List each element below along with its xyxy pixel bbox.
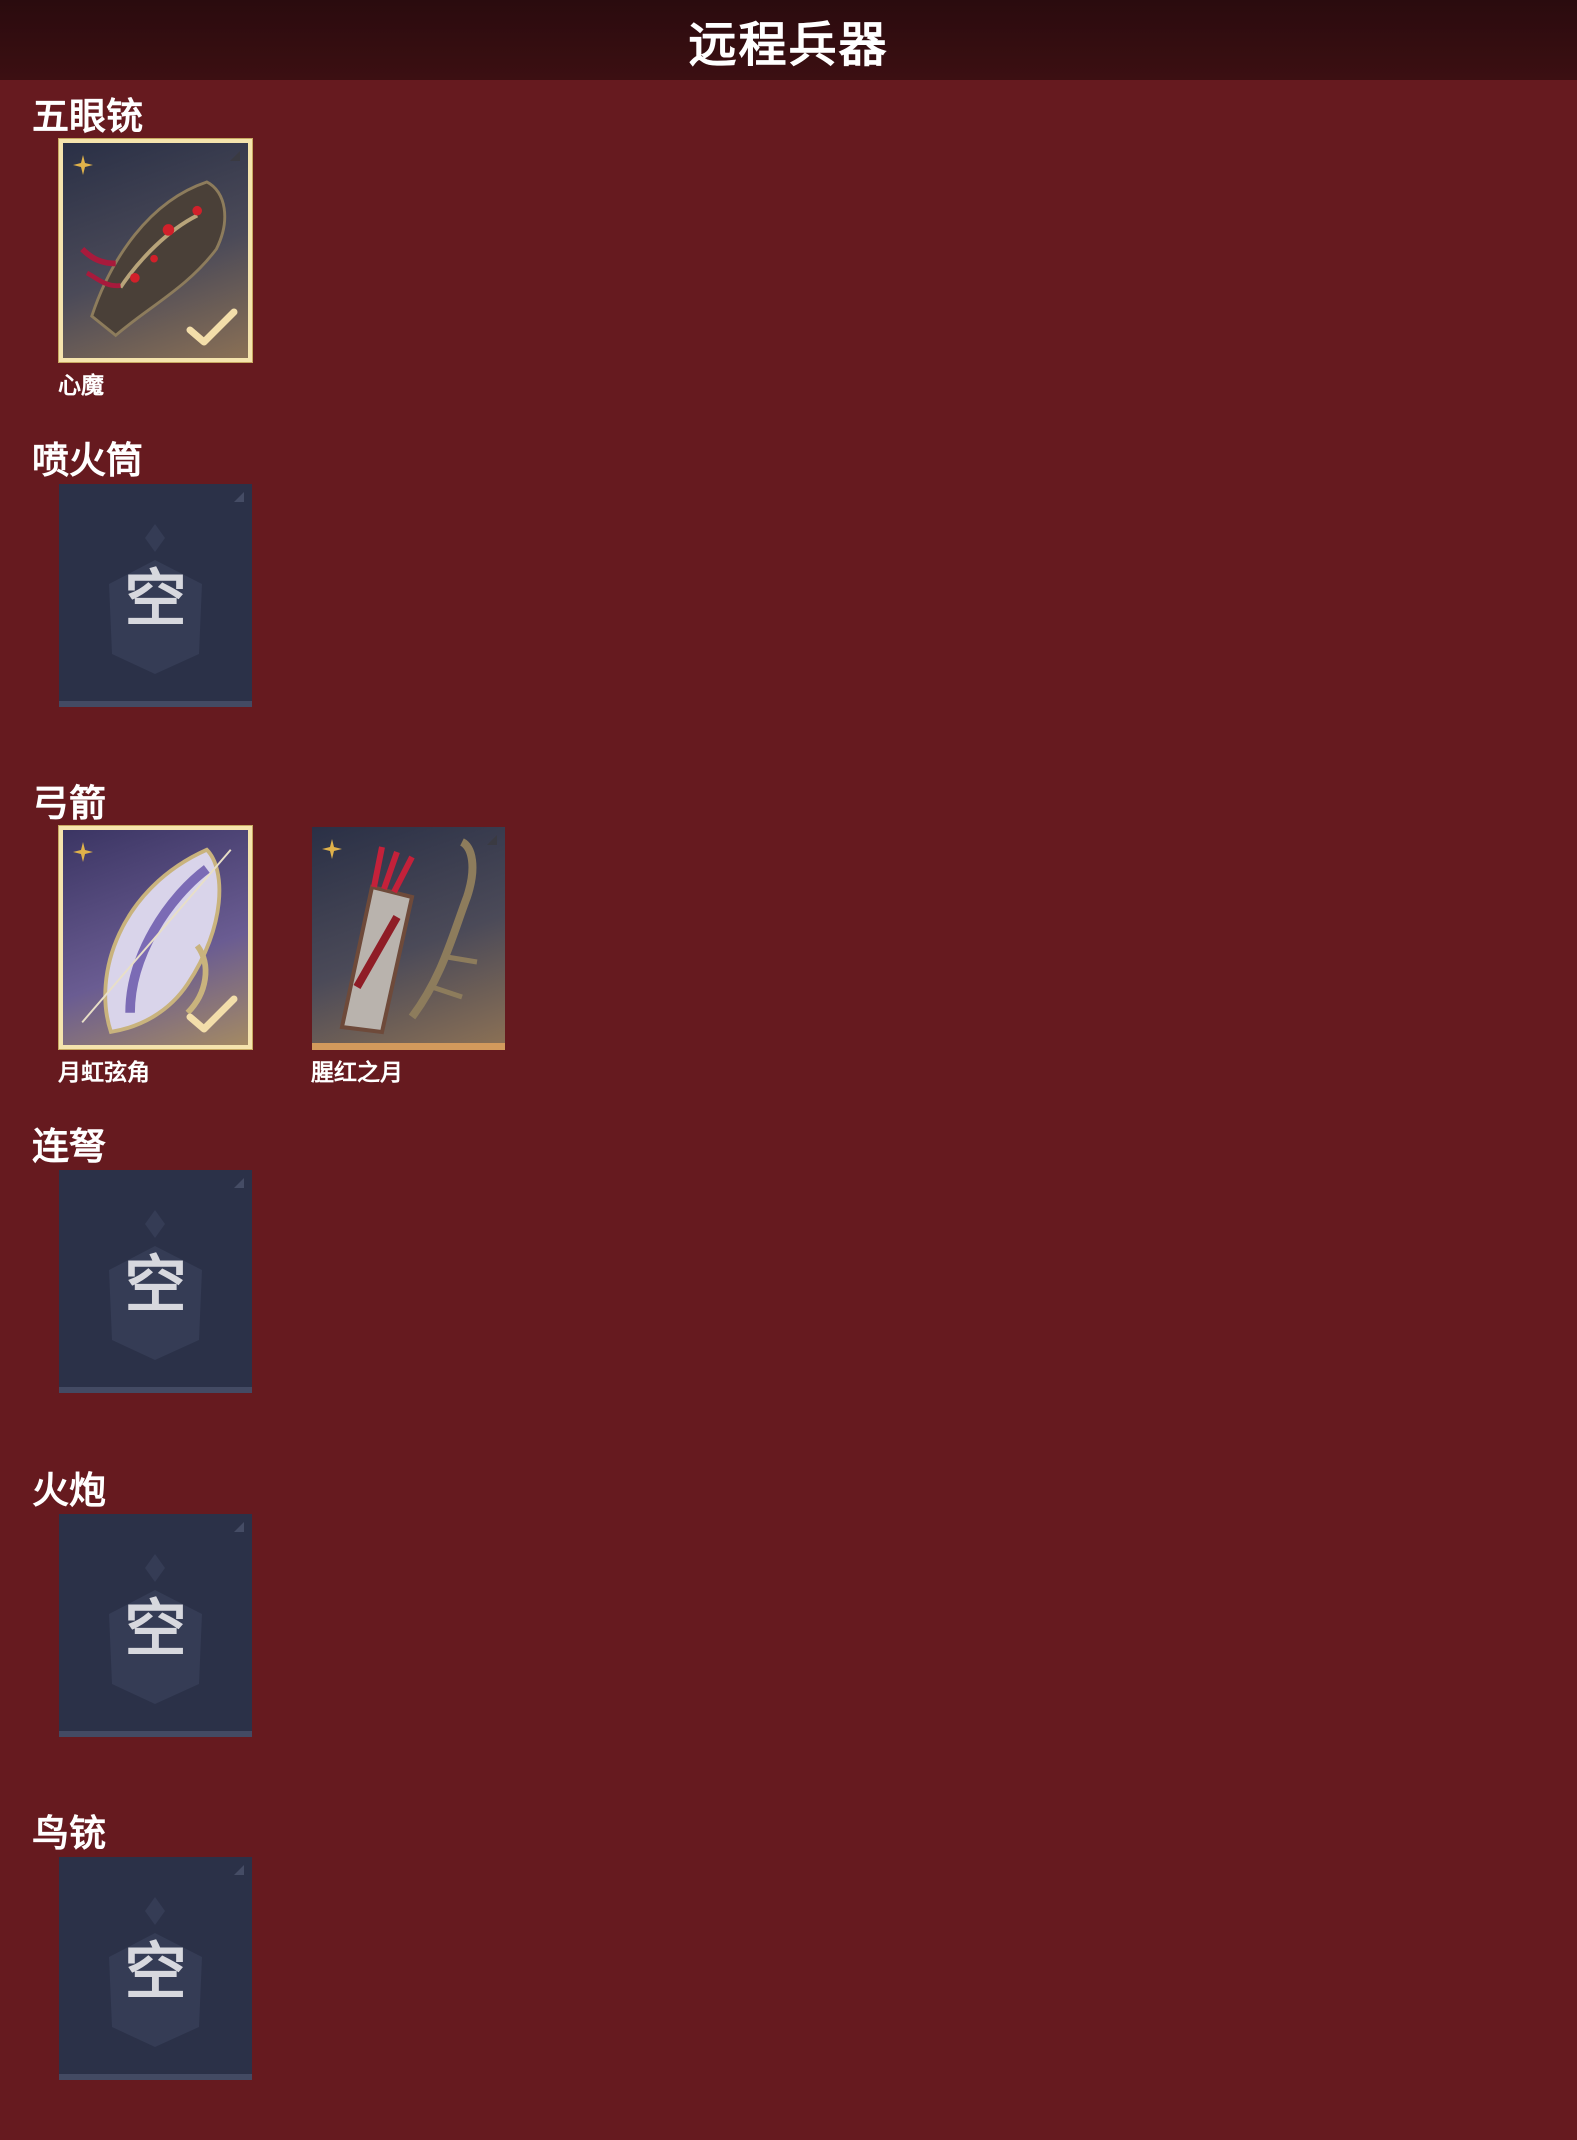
check-icon — [186, 995, 238, 1033]
header-bar: 远程兵器 — [0, 0, 1577, 80]
empty-slot-huopao[interactable]: 空 — [59, 1514, 252, 1737]
weapon-name-xinmo: 心魔 — [58, 373, 104, 399]
page-title: 远程兵器 — [688, 17, 889, 73]
star-icon — [73, 842, 93, 862]
section-label-penhuotong: 喷火筒 — [32, 439, 143, 482]
weapon-slot-xinghong[interactable] — [312, 827, 505, 1050]
corner-tag-icon — [230, 151, 240, 161]
corner-tag-icon — [487, 835, 497, 845]
weapon-name-yuehong: 月虹弦角 — [58, 1060, 150, 1086]
empty-label: 空 — [124, 1934, 187, 2008]
empty-slot-liannu[interactable]: 空 — [59, 1170, 252, 1393]
empty-slot-penhuotong[interactable]: 空 — [59, 484, 252, 707]
weapon-slot-yuehong[interactable] — [59, 826, 252, 1049]
empty-slot-niaochong[interactable]: 空 — [59, 1857, 252, 2080]
weapon-slot-xinmo[interactable] — [59, 139, 252, 362]
section-label-huopao: 火炮 — [32, 1469, 106, 1512]
check-icon — [186, 308, 238, 346]
section-label-liannu: 连弩 — [32, 1125, 106, 1168]
section-label-niaochong: 鸟铳 — [32, 1812, 106, 1855]
star-icon — [73, 155, 93, 175]
weapon-name-xinghong: 腥红之月 — [311, 1060, 403, 1086]
star-icon — [322, 839, 342, 859]
empty-label: 空 — [124, 1247, 187, 1321]
empty-label: 空 — [124, 561, 187, 635]
empty-label: 空 — [124, 1591, 187, 1665]
section-label-wuyanchong: 五眼铳 — [32, 95, 143, 138]
section-label-gongjian: 弓箭 — [32, 782, 106, 825]
